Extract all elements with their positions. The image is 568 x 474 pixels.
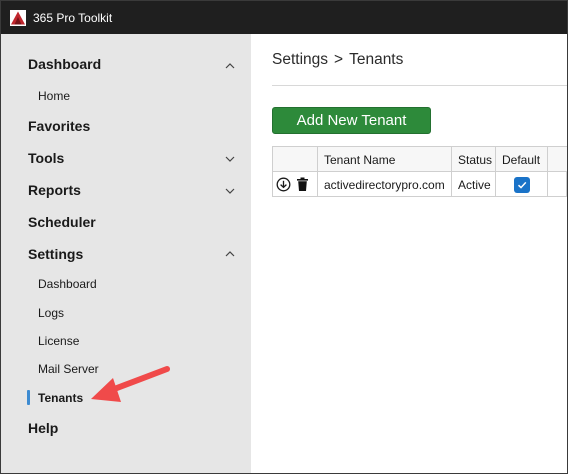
active-indicator <box>27 390 30 405</box>
tenants-table: Tenant Name Status Default activedirecto… <box>272 146 567 197</box>
column-header-default[interactable]: Default <box>496 147 548 172</box>
column-header-filler <box>548 147 567 172</box>
chevron-up-icon[interactable] <box>223 59 237 73</box>
breadcrumb-current: Tenants <box>349 51 404 68</box>
column-header-tenant-name[interactable]: Tenant Name <box>318 147 452 172</box>
annotation-arrow-icon <box>91 366 170 402</box>
row-filler <box>548 172 567 197</box>
breadcrumb-parent[interactable]: Settings <box>272 51 328 68</box>
sidebar-item-license[interactable]: License <box>38 334 79 348</box>
chevron-down-icon[interactable] <box>223 184 237 198</box>
column-header-status[interactable]: Status <box>452 147 496 172</box>
trash-icon[interactable] <box>295 177 310 192</box>
main-content: Settings > Tenants Add New Tenant Tenant N… <box>251 34 567 473</box>
default-checkbox[interactable] <box>513 176 530 193</box>
breadcrumb-separator: > <box>334 51 344 68</box>
chevron-down-icon[interactable] <box>223 152 237 166</box>
sidebar-section-help[interactable]: Help <box>28 420 58 436</box>
download-icon[interactable] <box>276 177 291 192</box>
title-bar: 365 Pro Toolkit <box>1 1 567 34</box>
sidebar-section-dashboard[interactable]: Dashboard <box>28 56 101 72</box>
sidebar-item-tenants[interactable]: Tenants <box>38 391 83 405</box>
tenant-status-cell: Active <box>452 172 496 197</box>
sidebar-section-favorites[interactable]: Favorites <box>28 118 90 134</box>
table-header-row: Tenant Name Status Default <box>273 147 567 172</box>
header-divider <box>272 85 567 86</box>
sidebar-section-reports[interactable]: Reports <box>28 182 81 198</box>
sidebar-item-settings-dashboard[interactable]: Dashboard <box>38 277 97 291</box>
tenant-name-cell: activedirectorypro.com <box>318 172 452 197</box>
sidebar-item-logs[interactable]: Logs <box>38 306 64 320</box>
toolkit-logo-icon <box>10 9 26 26</box>
breadcrumb: Settings > Tenants <box>272 51 403 69</box>
sidebar-item-home[interactable]: Home <box>38 89 70 103</box>
sidebar-section-scheduler[interactable]: Scheduler <box>28 214 96 230</box>
app-title: 365 Pro Toolkit <box>33 10 113 25</box>
sidebar-section-settings[interactable]: Settings <box>28 246 83 262</box>
add-new-tenant-button[interactable]: Add New Tenant <box>272 107 431 134</box>
sidebar-section-tools[interactable]: Tools <box>28 150 64 166</box>
app-window: 365 Pro Toolkit Dashboard Home Favorites… <box>0 0 568 474</box>
row-actions <box>273 172 318 197</box>
default-cell <box>496 172 548 197</box>
chevron-up-icon[interactable] <box>223 247 237 261</box>
table-row[interactable]: activedirectorypro.com Active <box>273 172 567 197</box>
column-header-actions <box>273 147 318 172</box>
